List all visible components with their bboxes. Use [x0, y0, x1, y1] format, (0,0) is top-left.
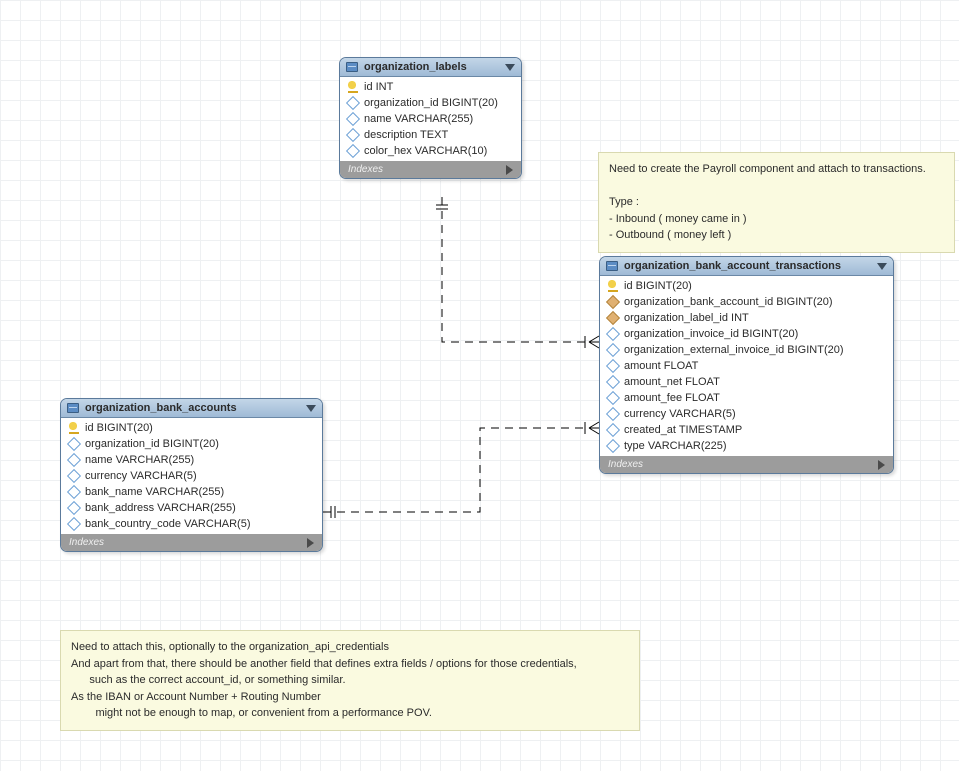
column-text: currency VARCHAR(5) [624, 408, 736, 420]
diamond-icon [606, 375, 620, 389]
column-row[interactable]: amount_fee FLOAT [600, 390, 893, 406]
chevron-down-icon [306, 405, 316, 412]
indexes-label: Indexes [348, 164, 383, 175]
column-row[interactable]: bank_country_code VARCHAR(5) [61, 516, 322, 532]
column-text: name VARCHAR(255) [364, 113, 473, 125]
key-icon [69, 422, 79, 434]
column-row[interactable]: amount_net FLOAT [600, 374, 893, 390]
diamond-icon [606, 439, 620, 453]
diamond-icon [346, 144, 360, 158]
column-list: id INT organization_id BIGINT(20) name VAR… [340, 77, 521, 161]
chevron-right-icon [307, 538, 314, 548]
column-row[interactable]: currency VARCHAR(5) [600, 406, 893, 422]
diamond-icon [67, 469, 81, 483]
column-text: name VARCHAR(255) [85, 454, 194, 466]
column-text: organization_label_id INT [624, 312, 749, 324]
column-text: id BIGINT(20) [624, 280, 692, 292]
diamond-icon [606, 391, 620, 405]
indexes-label: Indexes [69, 537, 104, 548]
table-header[interactable]: organization_bank_account_transactions [600, 257, 893, 276]
diamond-icon [67, 501, 81, 515]
diamond-icon [67, 517, 81, 531]
diamond-icon [606, 359, 620, 373]
column-row[interactable]: organization_bank_account_id BIGINT(20) [600, 294, 893, 310]
column-text: description TEXT [364, 129, 448, 141]
indexes-section[interactable]: Indexes [600, 456, 893, 473]
column-text: color_hex VARCHAR(10) [364, 145, 487, 157]
column-row[interactable]: amount FLOAT [600, 358, 893, 374]
diamond-icon [606, 423, 620, 437]
column-row[interactable]: color_hex VARCHAR(10) [340, 143, 521, 159]
column-row[interactable]: bank_name VARCHAR(255) [61, 484, 322, 500]
column-row[interactable]: currency VARCHAR(5) [61, 468, 322, 484]
diamond-icon [346, 112, 360, 126]
chevron-down-icon [505, 64, 515, 71]
indexes-section[interactable]: Indexes [61, 534, 322, 551]
column-text: currency VARCHAR(5) [85, 470, 197, 482]
column-text: amount_net FLOAT [624, 376, 720, 388]
column-text: organization_bank_account_id BIGINT(20) [624, 296, 833, 308]
indexes-section[interactable]: Indexes [340, 161, 521, 178]
column-text: organization_id BIGINT(20) [85, 438, 219, 450]
diamond-icon [67, 485, 81, 499]
column-row[interactable]: organization_id BIGINT(20) [340, 95, 521, 111]
diamond-icon [606, 327, 620, 341]
foreign-key-icon [606, 311, 620, 325]
table-title: organization_bank_accounts [85, 402, 300, 414]
table-icon [67, 403, 79, 413]
diamond-icon [606, 407, 620, 421]
table-header[interactable]: organization_bank_accounts [61, 399, 322, 418]
chevron-right-icon [506, 165, 513, 175]
column-list: id BIGINT(20) organization_bank_account_i… [600, 276, 893, 456]
column-row[interactable]: organization_label_id INT [600, 310, 893, 326]
table-organization-bank-account-transactions[interactable]: organization_bank_account_transactions i… [599, 256, 894, 474]
column-text: organization_external_invoice_id BIGINT(… [624, 344, 844, 356]
indexes-label: Indexes [608, 459, 643, 470]
table-organization-bank-accounts[interactable]: organization_bank_accounts id BIGINT(20)… [60, 398, 323, 552]
table-title: organization_labels [364, 61, 499, 73]
column-text: id INT [364, 81, 393, 93]
table-title: organization_bank_account_transactions [624, 260, 871, 272]
column-text: bank_name VARCHAR(255) [85, 486, 224, 498]
diamond-icon [67, 437, 81, 451]
column-row[interactable]: id BIGINT(20) [600, 278, 893, 294]
table-header[interactable]: organization_labels [340, 58, 521, 77]
note-payroll[interactable]: Need to create the Payroll component and… [598, 152, 955, 253]
diamond-icon [606, 343, 620, 357]
column-list: id BIGINT(20) organization_id BIGINT(20) n… [61, 418, 322, 534]
column-text: organization_invoice_id BIGINT(20) [624, 328, 798, 340]
column-row[interactable]: name VARCHAR(255) [340, 111, 521, 127]
chevron-right-icon [878, 460, 885, 470]
diamond-icon [67, 453, 81, 467]
chevron-down-icon [877, 263, 887, 270]
column-row[interactable]: type VARCHAR(225) [600, 438, 893, 454]
column-text: bank_country_code VARCHAR(5) [85, 518, 250, 530]
column-row[interactable]: name VARCHAR(255) [61, 452, 322, 468]
column-row[interactable]: bank_address VARCHAR(255) [61, 500, 322, 516]
column-text: amount_fee FLOAT [624, 392, 720, 404]
column-row[interactable]: id INT [340, 79, 521, 95]
table-organization-labels[interactable]: organization_labels id INT organization_i… [339, 57, 522, 179]
column-text: created_at TIMESTAMP [624, 424, 742, 436]
column-text: bank_address VARCHAR(255) [85, 502, 236, 514]
column-row[interactable]: id BIGINT(20) [61, 420, 322, 436]
column-row[interactable]: organization_external_invoice_id BIGINT(… [600, 342, 893, 358]
column-text: id BIGINT(20) [85, 422, 153, 434]
table-icon [606, 261, 618, 271]
column-row[interactable]: organization_id BIGINT(20) [61, 436, 322, 452]
table-icon [346, 62, 358, 72]
column-row[interactable]: organization_invoice_id BIGINT(20) [600, 326, 893, 342]
column-row[interactable]: created_at TIMESTAMP [600, 422, 893, 438]
column-text: type VARCHAR(225) [624, 440, 727, 452]
column-text: amount FLOAT [624, 360, 698, 372]
diamond-icon [346, 96, 360, 110]
diamond-icon [346, 128, 360, 142]
foreign-key-icon [606, 295, 620, 309]
key-icon [348, 81, 358, 93]
key-icon [608, 280, 618, 292]
column-text: organization_id BIGINT(20) [364, 97, 498, 109]
note-credentials[interactable]: Need to attach this, optionally to the o… [60, 630, 640, 731]
column-row[interactable]: description TEXT [340, 127, 521, 143]
